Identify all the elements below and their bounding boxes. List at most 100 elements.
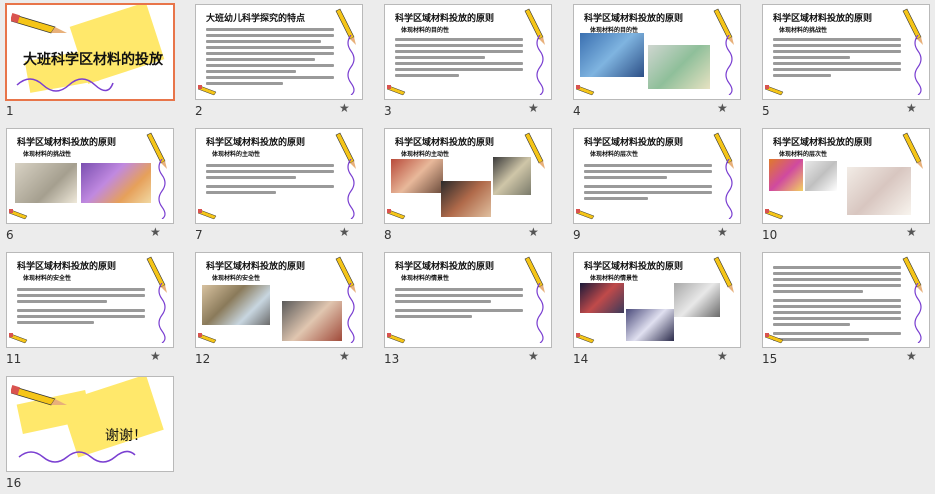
pencil-icon <box>9 209 28 220</box>
slide-thumbnail-8[interactable]: 科学区域材料投放的原则 体现材料的主动性 <box>384 128 552 224</box>
pencil-icon <box>387 209 406 220</box>
photo <box>15 163 77 203</box>
pencil-icon <box>576 85 595 96</box>
wave-icon <box>347 159 355 219</box>
slide-cell-16[interactable]: 谢谢！ 16 <box>0 372 180 490</box>
slide-number: 8 <box>384 228 392 242</box>
slide-subtitle: 体现材料的层次性 <box>590 151 639 158</box>
slide-cell-3[interactable]: 科学区域材料投放的原则 体现材料的目的性 3 ★ <box>378 0 558 118</box>
photo <box>626 309 674 341</box>
slide-thumbnail-10[interactable]: 科学区域材料投放的原则 体现材料的层次性 <box>762 128 930 224</box>
slide-thumbnail-15[interactable] <box>762 252 930 348</box>
star-icon[interactable]: ★ <box>717 101 728 115</box>
pencil-icon <box>198 333 217 344</box>
pencil-icon <box>11 13 67 34</box>
star-icon[interactable]: ★ <box>906 349 917 363</box>
slide-body <box>206 161 334 197</box>
slide-title: 科学区域材料投放的原则 <box>206 262 306 272</box>
slide-cell-10[interactable]: 科学区域材料投放的原则 体现材料的层次性 10 ★ <box>756 124 935 242</box>
pencil-icon <box>576 209 595 220</box>
star-icon[interactable]: ★ <box>528 349 539 363</box>
star-icon[interactable]: ★ <box>339 225 350 239</box>
photo <box>81 163 151 203</box>
wave-icon <box>16 78 114 92</box>
slide-cell-11[interactable]: 科学区域材料投放的原则 体现材料的安全性 11 ★ <box>0 248 180 366</box>
star-icon[interactable]: ★ <box>717 349 728 363</box>
slide-subtitle: 体现材料的安全性 <box>212 275 261 282</box>
slide-subtitle: 体现材料的层次性 <box>779 151 828 158</box>
star-icon[interactable]: ★ <box>906 101 917 115</box>
slide-cell-1[interactable]: 大班科学区材料的投放 1 <box>0 0 180 118</box>
slide-thumbnail-2[interactable]: 大班幼儿科学探究的特点 <box>195 4 363 100</box>
star-icon[interactable]: ★ <box>717 225 728 239</box>
star-icon[interactable]: ★ <box>339 349 350 363</box>
slide-body <box>206 25 334 88</box>
star-icon[interactable]: ★ <box>528 101 539 115</box>
wave-icon <box>914 35 922 95</box>
pencil-icon <box>198 85 217 96</box>
slide-number: 16 <box>6 476 22 490</box>
pencil-icon <box>576 333 595 344</box>
wave-icon <box>347 283 355 343</box>
photo <box>282 301 342 341</box>
slide-title: 科学区域材料投放的原则 <box>17 138 117 148</box>
slide-cell-9[interactable]: 科学区域材料投放的原则 体现材料的层次性 9 ★ <box>567 124 747 242</box>
slide-thumbnail-9[interactable]: 科学区域材料投放的原则 体现材料的层次性 <box>573 128 741 224</box>
slide-title: 大班幼儿科学探究的特点 <box>206 14 306 24</box>
slide-cell-4[interactable]: 科学区域材料投放的原则 体现材料的目的性 4 ★ <box>567 0 747 118</box>
photo <box>847 167 911 215</box>
slide-thumbnail-5[interactable]: 科学区域材料投放的原则 体现材料的挑战性 <box>762 4 930 100</box>
slide-thumbnail-14[interactable]: 科学区域材料投放的原则 体现材料的情景性 <box>573 252 741 348</box>
slide-title: 科学区域材料投放的原则 <box>773 14 873 24</box>
photo <box>580 33 644 77</box>
wave-icon <box>347 35 355 95</box>
slide-number: 11 <box>6 352 22 366</box>
pencil-icon <box>902 132 923 169</box>
star-icon[interactable]: ★ <box>906 225 917 239</box>
star-icon[interactable]: ★ <box>339 101 350 115</box>
slide-cell-8[interactable]: 科学区域材料投放的原则 体现材料的主动性 8 ★ <box>378 124 558 242</box>
star-icon[interactable]: ★ <box>150 225 161 239</box>
slide-cell-5[interactable]: 科学区域材料投放的原则 体现材料的挑战性 5 ★ <box>756 0 935 118</box>
slide-thumbnail-7[interactable]: 科学区域材料投放的原则 体现材料的主动性 <box>195 128 363 224</box>
slide-thumbnail-11[interactable]: 科学区域材料投放的原则 体现材料的安全性 <box>6 252 174 348</box>
pencil-icon <box>9 333 28 344</box>
slide-cell-2[interactable]: 大班幼儿科学探究的特点 2 ★ <box>189 0 369 118</box>
wave-icon <box>18 450 136 463</box>
star-icon[interactable]: ★ <box>150 349 161 363</box>
slide-cell-14[interactable]: 科学区域材料投放的原则 体现材料的情景性 14 ★ <box>567 248 747 366</box>
slide-body <box>584 161 712 203</box>
slide-thumbnail-6[interactable]: 科学区域材料投放的原则 体现材料的挑战性 <box>6 128 174 224</box>
slide-thumbnail-3[interactable]: 科学区域材料投放的原则 体现材料的目的性 <box>384 4 552 100</box>
slide-subtitle: 体现材料的主动性 <box>401 151 450 158</box>
slide-thumbnail-4[interactable]: 科学区域材料投放的原则 体现材料的目的性 <box>573 4 741 100</box>
slide-title: 谢谢！ <box>105 428 147 444</box>
slide-cell-13[interactable]: 科学区域材料投放的原则 体现材料的情景性 13 ★ <box>378 248 558 366</box>
slide-title: 科学区域材料投放的原则 <box>395 138 495 148</box>
slide-thumbnail-13[interactable]: 科学区域材料投放的原则 体现材料的情景性 <box>384 252 552 348</box>
slide-cell-6[interactable]: 科学区域材料投放的原则 体现材料的挑战性 6 ★ <box>0 124 180 242</box>
slide-subtitle: 体现材料的安全性 <box>23 275 72 282</box>
slide-number: 2 <box>195 104 203 118</box>
slide-title: 科学区域材料投放的原则 <box>395 262 495 272</box>
wave-icon <box>536 35 544 95</box>
pencil-icon <box>524 132 545 169</box>
slide-thumbnail-16[interactable]: 谢谢！ <box>6 376 174 472</box>
slide-thumbnail-12[interactable]: 科学区域材料投放的原则 体现材料的安全性 <box>195 252 363 348</box>
pencil-icon <box>765 85 784 96</box>
slide-cell-7[interactable]: 科学区域材料投放的原则 体现材料的主动性 7 ★ <box>189 124 369 242</box>
pencil-icon <box>11 385 67 406</box>
slide-body <box>395 35 523 80</box>
pencil-icon <box>713 256 734 293</box>
star-icon[interactable]: ★ <box>528 225 539 239</box>
wave-icon <box>536 283 544 343</box>
slide-title: 科学区域材料投放的原则 <box>395 14 495 24</box>
slide-number: 14 <box>573 352 589 366</box>
slide-thumbnail-1[interactable]: 大班科学区材料的投放 <box>5 3 175 101</box>
wave-icon <box>725 159 733 219</box>
slide-body <box>773 263 901 344</box>
slide-body <box>17 285 145 327</box>
slide-cell-15[interactable]: 15 ★ <box>756 248 935 366</box>
slide-title: 大班科学区材料的投放 <box>23 52 163 68</box>
slide-cell-12[interactable]: 科学区域材料投放的原则 体现材料的安全性 12 ★ <box>189 248 369 366</box>
